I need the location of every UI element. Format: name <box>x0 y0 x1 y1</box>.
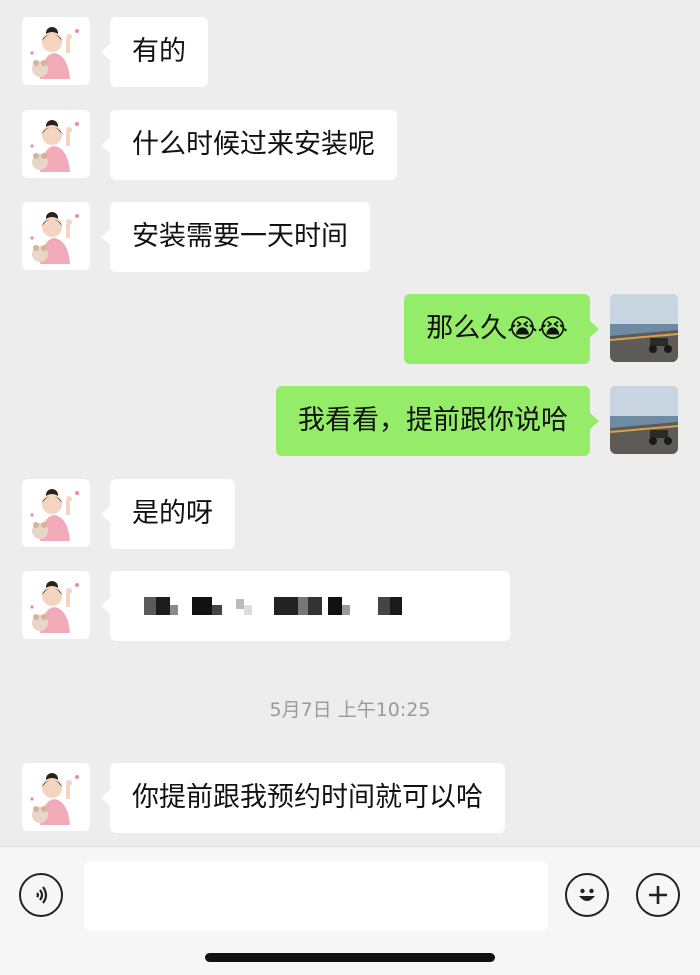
emoji-icon[interactable] <box>565 873 609 917</box>
message-text: 什么时候过来安装呢 <box>132 129 375 160</box>
message-text: 你提前跟我预约时间就可以哈 <box>132 782 483 813</box>
chat-input-bar <box>0 846 700 975</box>
message-text: 那么久 <box>426 313 508 344</box>
message-bubble-incoming[interactable]: 什么时候过来安装呢 <box>101 110 397 180</box>
user-avatar[interactable] <box>610 294 678 362</box>
crying-emoji-icon: 😭😭 <box>507 314 568 344</box>
message-bubble-incoming[interactable]: 有的 <box>101 17 208 87</box>
message-text: 我看看，提前跟你说哈 <box>298 405 568 436</box>
message-bubble-incoming[interactable]: 是的呀 <box>101 479 235 549</box>
contact-avatar[interactable] <box>22 110 90 178</box>
message-bubble-outgoing[interactable]: 我看看，提前跟你说哈 <box>276 386 599 456</box>
home-indicator[interactable] <box>205 953 495 962</box>
pixelated-redaction <box>132 571 488 641</box>
message-text: 安装需要一天时间 <box>132 221 348 252</box>
message-input[interactable] <box>84 861 548 931</box>
contact-avatar[interactable] <box>22 479 90 547</box>
voice-icon[interactable] <box>19 873 63 917</box>
contact-avatar[interactable] <box>22 202 90 270</box>
message-bubble-outgoing[interactable]: 那么久😭😭 <box>404 294 599 364</box>
timestamp: 5月7日 上午10:25 <box>269 699 431 721</box>
user-avatar[interactable] <box>610 386 678 454</box>
contact-avatar[interactable] <box>22 763 90 831</box>
contact-avatar[interactable] <box>22 571 90 639</box>
message-bubble-incoming[interactable]: 你提前跟我预约时间就可以哈 <box>101 763 505 833</box>
contact-avatar[interactable] <box>22 17 90 85</box>
message-text: 有的 <box>132 36 186 67</box>
plus-icon[interactable] <box>636 873 680 917</box>
message-text: 是的呀 <box>132 498 213 529</box>
message-bubble-redacted[interactable] <box>101 571 510 641</box>
message-bubble-incoming[interactable]: 安装需要一天时间 <box>101 202 370 272</box>
